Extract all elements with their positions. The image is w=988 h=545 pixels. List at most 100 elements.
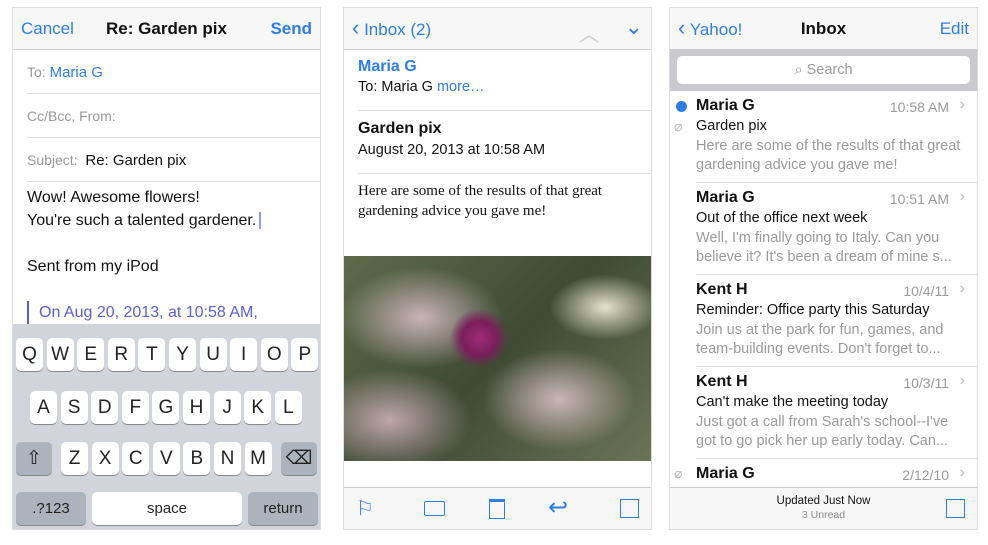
chevron-right-icon: › bbox=[959, 464, 965, 481]
inbox-screen: ‹ Yahoo! Inbox Edit ⌕ Search Maria G 10:5… bbox=[669, 7, 978, 530]
key-b[interactable]: B bbox=[183, 442, 211, 475]
timestamp: 10/4/11 bbox=[903, 283, 949, 299]
back-label: Inbox (2) bbox=[364, 20, 432, 39]
more-link[interactable]: more… bbox=[437, 79, 485, 95]
chevron-right-icon: › bbox=[959, 96, 965, 113]
message-nav-bar: ‹ Inbox (2) ⌄ ︿ bbox=[344, 8, 651, 50]
key-c[interactable]: C bbox=[122, 442, 150, 475]
send-button[interactable]: Send bbox=[270, 19, 312, 39]
key-u[interactable]: U bbox=[199, 338, 227, 371]
key-e[interactable]: E bbox=[77, 338, 105, 371]
sender-name[interactable]: Maria G bbox=[358, 58, 417, 76]
shift-key[interactable]: ⇧ bbox=[16, 442, 52, 475]
timestamp: 10:58 AM bbox=[889, 99, 949, 115]
back-label: Yahoo! bbox=[689, 20, 743, 39]
key-o[interactable]: O bbox=[260, 338, 288, 371]
key-f[interactable]: F bbox=[121, 391, 149, 424]
timestamp: 10/3/11 bbox=[903, 375, 949, 391]
delete-key[interactable]: ⌫ bbox=[281, 442, 317, 475]
search-placeholder: Search bbox=[806, 62, 853, 78]
key-d[interactable]: D bbox=[91, 391, 119, 424]
message-list-item[interactable]: Kent H 10/4/11 › Reminder: Office party thi… bbox=[696, 275, 977, 367]
search-bar: ⌕ Search bbox=[670, 49, 977, 91]
key-t[interactable]: T bbox=[138, 338, 166, 371]
back-to-accounts-button[interactable]: ‹ Yahoo! bbox=[678, 17, 743, 40]
key-p[interactable]: P bbox=[291, 338, 319, 371]
subject-label: Subject: bbox=[27, 152, 78, 168]
next-message-button[interactable]: ⌄ bbox=[625, 14, 643, 40]
message-screen: ‹ Inbox (2) ⌄ ︿ Maria G To: Maria G more… bbox=[343, 7, 652, 530]
inbox-nav-bar: ‹ Yahoo! Inbox Edit bbox=[670, 8, 977, 49]
message-list-item[interactable]: Kent H 10/3/11 › Can't make the meeting tod… bbox=[696, 367, 977, 459]
key-w[interactable]: W bbox=[46, 338, 74, 371]
previous-message-button[interactable]: ︿ bbox=[579, 18, 599, 47]
to-recipient[interactable]: Maria G bbox=[50, 64, 103, 81]
key-h[interactable]: H bbox=[183, 391, 210, 424]
key-l[interactable]: L bbox=[274, 391, 302, 424]
subject-field[interactable]: Subject: Re: Garden pix bbox=[27, 138, 320, 182]
message-body: Here are some of the results of that gre… bbox=[358, 183, 603, 219]
key-i[interactable]: I bbox=[230, 338, 258, 371]
chevron-right-icon: › bbox=[959, 280, 965, 297]
keyboard: Q W E R T Y U I O P A S D F G H J K L Z X C V B N M ⇧ ⌫ .?123 space re… bbox=[13, 324, 320, 529]
sender: Maria G bbox=[696, 189, 755, 206]
space-key[interactable]: space bbox=[92, 492, 242, 525]
signature: Sent from my iPod bbox=[27, 258, 159, 275]
reply-icon[interactable]: ↩ bbox=[548, 493, 568, 522]
recipient-line: To: Maria G bbox=[358, 79, 433, 95]
key-k[interactable]: K bbox=[244, 391, 272, 424]
body-line: Wow! Awesome flowers! bbox=[27, 189, 200, 206]
message-toolbar: ⚐ ↩ bbox=[344, 487, 651, 529]
to-field[interactable]: To: Maria G bbox=[27, 50, 320, 94]
chevron-right-icon: › bbox=[959, 372, 965, 389]
cancel-button[interactable]: Cancel bbox=[21, 19, 74, 39]
edit-button[interactable]: Edit bbox=[940, 19, 969, 39]
key-m[interactable]: M bbox=[244, 442, 272, 475]
compose-nav-bar: Cancel Re: Garden pix Send bbox=[13, 8, 320, 50]
message-subject: Garden pix bbox=[358, 120, 442, 137]
to-label: To: bbox=[27, 64, 46, 80]
sender: Maria G bbox=[696, 465, 755, 482]
key-r[interactable]: R bbox=[107, 338, 135, 371]
body-line: You're such a talented gardener. bbox=[27, 212, 257, 229]
compose-icon[interactable] bbox=[946, 499, 965, 518]
key-g[interactable]: G bbox=[152, 391, 180, 424]
timestamp: 2/12/10 bbox=[902, 467, 949, 483]
key-y[interactable]: Y bbox=[169, 338, 196, 371]
numbers-key[interactable]: .?123 bbox=[16, 492, 86, 525]
preview: Join us at the park for fun, games, and … bbox=[696, 322, 944, 357]
subject-value: Re: Garden pix bbox=[85, 152, 187, 169]
folder-icon[interactable] bbox=[424, 501, 445, 516]
message-date: August 20, 2013 at 10:58 AM bbox=[358, 142, 546, 158]
update-status: Updated Just Now bbox=[776, 495, 871, 507]
back-to-inbox-button[interactable]: ‹ Inbox (2) bbox=[352, 17, 432, 40]
flower-photo[interactable] bbox=[344, 256, 651, 461]
key-s[interactable]: S bbox=[60, 391, 88, 424]
paperclip-icon: ⌀ bbox=[674, 465, 683, 481]
key-x[interactable]: X bbox=[91, 442, 119, 475]
subject: Reminder: Office party this Saturday bbox=[696, 302, 930, 318]
subject: Garden pix bbox=[696, 118, 767, 134]
flag-icon[interactable]: ⚐ bbox=[356, 496, 374, 521]
quoted-header: On Aug 20, 2013, at 10:58 AM, bbox=[27, 301, 258, 324]
key-z[interactable]: Z bbox=[61, 442, 88, 475]
key-a[interactable]: A bbox=[30, 391, 57, 424]
message-list-item[interactable]: Maria G 10:58 AM › Garden pix Here are some … bbox=[674, 91, 977, 183]
trash-icon[interactable] bbox=[489, 499, 505, 519]
return-key[interactable]: return bbox=[248, 492, 318, 525]
key-n[interactable]: N bbox=[214, 442, 241, 475]
search-input[interactable]: ⌕ Search bbox=[677, 56, 970, 84]
search-icon: ⌕ bbox=[794, 62, 803, 78]
compose-body[interactable]: Wow! Awesome flowers! You're such a tale… bbox=[27, 186, 266, 278]
compose-screen: Cancel Re: Garden pix Send To: Maria G C… bbox=[12, 7, 321, 530]
key-v[interactable]: V bbox=[152, 442, 180, 475]
compose-icon[interactable] bbox=[620, 499, 639, 518]
preview: Just got a call from Sarah's school--I'v… bbox=[696, 414, 949, 449]
text-cursor bbox=[259, 212, 266, 229]
message-list-item[interactable]: Maria G 10:51 AM › Out of the office next w… bbox=[696, 183, 977, 275]
subject: Out of the office next week bbox=[696, 210, 868, 226]
key-q[interactable]: Q bbox=[16, 338, 43, 371]
ccbcc-field[interactable]: Cc/Bcc, From: bbox=[27, 94, 320, 138]
preview: Well, I'm finally going to Italy. Can yo… bbox=[696, 230, 952, 265]
key-j[interactable]: J bbox=[213, 391, 241, 424]
